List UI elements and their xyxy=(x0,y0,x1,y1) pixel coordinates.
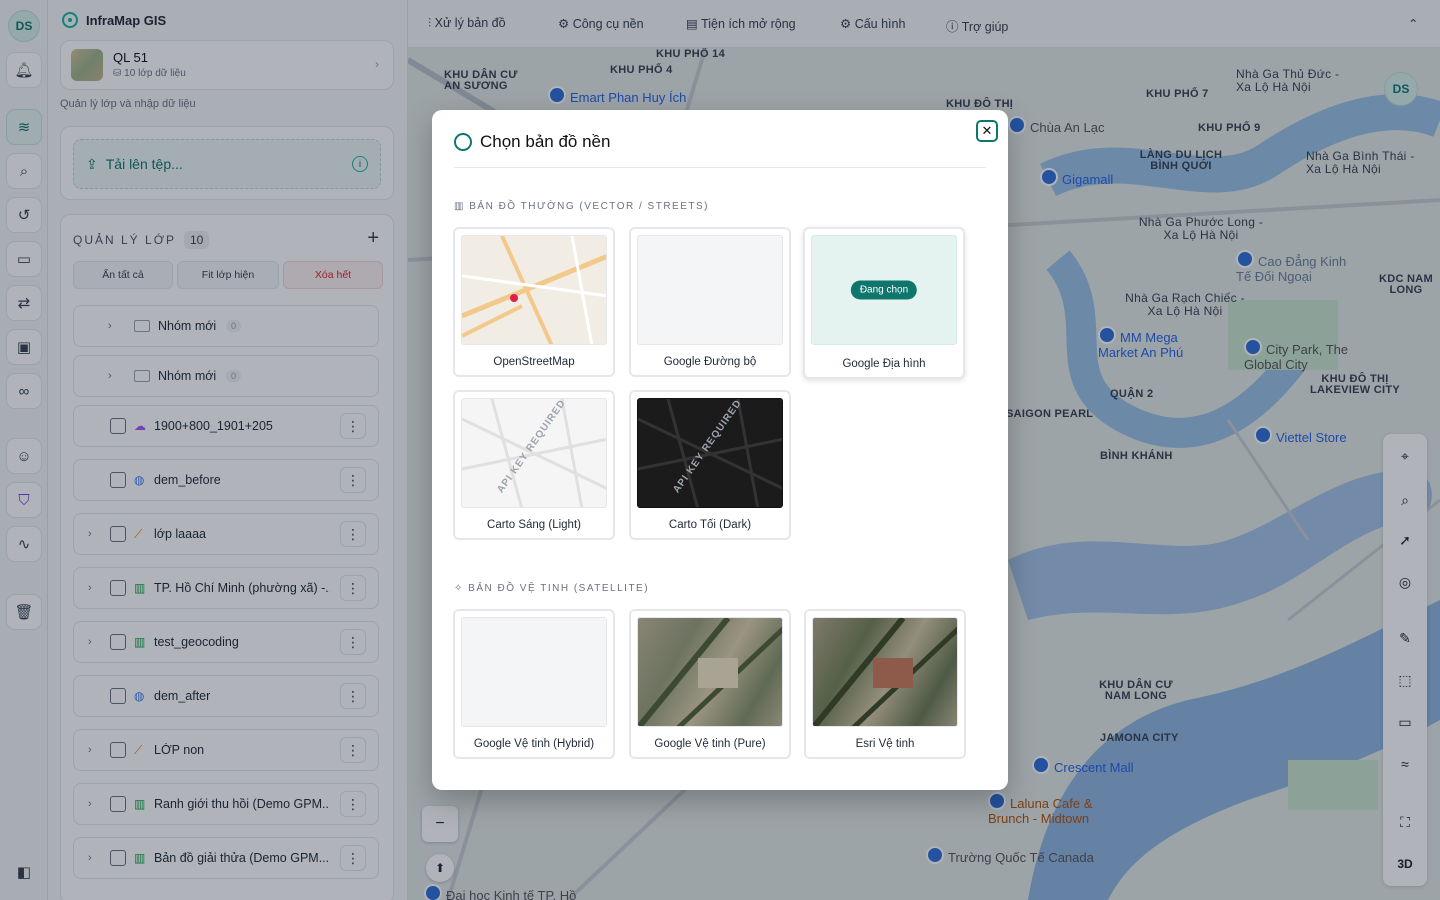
osm-preview-art xyxy=(462,236,606,344)
section-label: BẢN ĐỒ THƯỜNG (VECTOR / STREETS) xyxy=(469,201,709,212)
marker xyxy=(510,294,518,302)
basemap-option-carto-dark[interactable]: API KEY REQUIRED Carto Tối (Dark) xyxy=(629,390,791,540)
basemap-label: Carto Sáng (Light) xyxy=(487,519,581,531)
section-vector-title: ▥ BẢN ĐỒ THƯỜNG (VECTOR / STREETS) xyxy=(454,201,709,212)
carto-dark-preview: API KEY REQUIRED xyxy=(637,398,783,508)
building-block xyxy=(873,658,913,688)
basemap-label: Google Đường bộ xyxy=(663,356,757,368)
esri-art xyxy=(813,618,957,726)
basemap-label: Esri Vệ tinh xyxy=(855,738,915,750)
basemap-option-carto-light[interactable]: API KEY REQUIRED Carto Sáng (Light) xyxy=(453,390,615,540)
map-icon: ▥ xyxy=(454,201,470,212)
basemap-dialog: Chọn bản đồ nền ✕ ▥ BẢN ĐỒ THƯỜNG (VECTO… xyxy=(432,110,1008,790)
close-icon: ✕ xyxy=(981,123,993,138)
section-label: BẢN ĐỒ VỆ TINH (SATELLITE) xyxy=(468,583,650,594)
divider xyxy=(454,167,986,168)
carto-light-art xyxy=(462,399,606,507)
road xyxy=(500,236,554,344)
basemap-label: OpenStreetMap xyxy=(493,356,575,368)
basemap-label: Google Địa hình xyxy=(842,358,926,370)
dialog-header: Chọn bản đồ nền xyxy=(454,132,610,152)
road xyxy=(666,399,700,507)
basemap-option-google-satellite[interactable]: Google Vệ tinh (Pure) xyxy=(629,609,791,759)
dialog-title: Chọn bản đồ nền xyxy=(480,132,611,151)
basemap-label: Google Vệ tinh (Hybrid) xyxy=(473,738,595,750)
close-button[interactable]: ✕ xyxy=(976,120,998,142)
carto-dark-art xyxy=(638,399,782,507)
basemap-option-esri[interactable]: Esri Vệ tinh xyxy=(804,609,966,759)
basemap-label: Carto Tối (Dark) xyxy=(668,519,752,531)
osm-preview xyxy=(461,235,607,345)
section-satellite-title: ✧ BẢN ĐỒ VỆ TINH (SATELLITE) xyxy=(454,583,649,594)
esri-satellite-preview xyxy=(812,617,958,727)
basemap-option-google-hybrid[interactable]: Google Vệ tinh (Hybrid) xyxy=(453,609,615,759)
basemap-option-osm[interactable]: OpenStreetMap xyxy=(453,227,615,377)
globe-icon xyxy=(454,133,472,151)
basemap-label: Google Vệ tinh (Pure) xyxy=(654,738,766,750)
road xyxy=(560,399,584,507)
satellite-art xyxy=(638,618,782,726)
google-terrain-preview: Đang chọn xyxy=(811,235,957,345)
road xyxy=(736,399,760,507)
google-roads-preview xyxy=(637,235,783,345)
carto-light-preview: API KEY REQUIRED xyxy=(461,398,607,508)
basemap-option-google-roads[interactable]: Google Đường bộ xyxy=(629,227,791,377)
building-block xyxy=(698,658,738,688)
road xyxy=(462,274,606,298)
satellite-icon: ✧ xyxy=(454,583,469,594)
selected-badge: Đang chọn xyxy=(850,280,918,300)
google-satellite-preview xyxy=(637,617,783,727)
google-hybrid-preview xyxy=(461,617,607,727)
basemap-option-google-terrain[interactable]: Đang chọn Google Địa hình xyxy=(803,227,965,379)
road xyxy=(490,399,524,507)
